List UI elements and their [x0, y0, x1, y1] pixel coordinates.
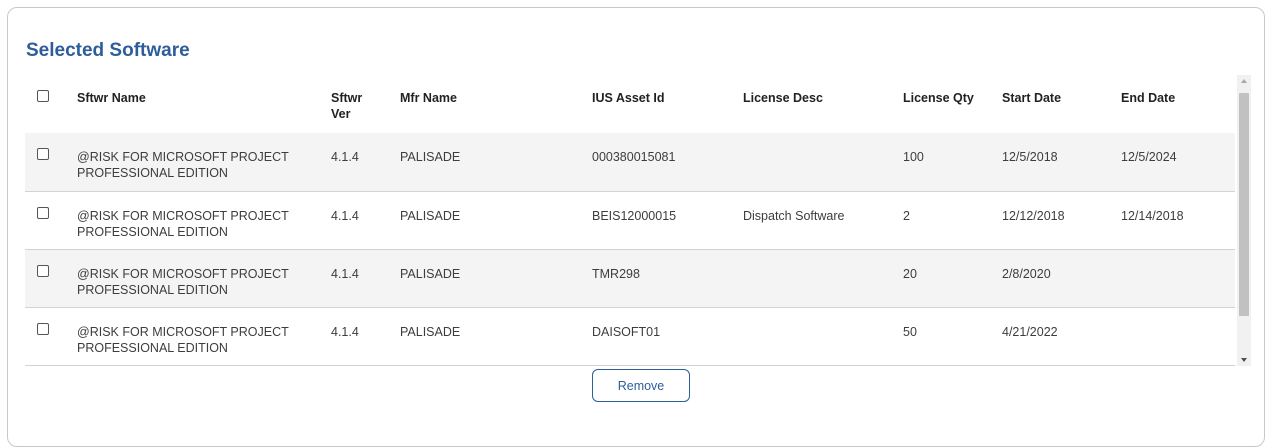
- cell-sftwr-ver: 4.1.4: [331, 209, 359, 223]
- row-checkbox[interactable]: [37, 265, 49, 277]
- row-checkbox[interactable]: [37, 207, 49, 219]
- cell-start-date: 12/5/2018: [1002, 150, 1058, 164]
- cell-mfr-name: PALISADE: [400, 209, 461, 223]
- cell-start-date: 2/8/2020: [1002, 267, 1051, 281]
- header-end-date[interactable]: End Date: [1121, 90, 1221, 106]
- cell-ius-asset-id: TMR298: [592, 267, 640, 281]
- header-ius-asset-id[interactable]: IUS Asset Id: [592, 90, 722, 106]
- cell-license-desc: Dispatch Software: [743, 209, 845, 223]
- select-all-checkbox[interactable]: [37, 90, 49, 102]
- cell-sftwr-ver: 4.1.4: [331, 325, 359, 339]
- header-license-qty[interactable]: License Qty: [903, 90, 993, 106]
- header-sftwr-ver[interactable]: Sftwr Ver: [331, 90, 381, 122]
- section-title: Selected Software: [26, 40, 190, 61]
- cell-sftwr-name: @RISK FOR MICROSOFT PROJECT PROFESSIONAL…: [77, 325, 289, 355]
- scroll-down-arrow-icon[interactable]: [1241, 358, 1247, 362]
- table-row[interactable]: @RISK FOR MICROSOFT PROJECT PROFESSIONAL…: [25, 192, 1235, 250]
- cell-ius-asset-id: DAISOFT01: [592, 325, 661, 339]
- row-checkbox[interactable]: [37, 148, 49, 160]
- cell-sftwr-ver: 4.1.4: [331, 267, 359, 281]
- cell-sftwr-name: @RISK FOR MICROSOFT PROJECT PROFESSIONAL…: [77, 150, 289, 180]
- cell-sftwr-ver: 4.1.4: [331, 150, 359, 164]
- cell-license-qty: 50: [903, 325, 917, 339]
- cell-mfr-name: PALISADE: [400, 325, 461, 339]
- cell-ius-asset-id: 000380015081: [592, 150, 676, 164]
- cell-mfr-name: PALISADE: [400, 267, 461, 281]
- cell-start-date: 12/12/2018: [1002, 209, 1065, 223]
- header-start-date[interactable]: Start Date: [1002, 90, 1102, 106]
- header-license-desc[interactable]: License Desc: [743, 90, 893, 106]
- cell-start-date: 4/21/2022: [1002, 325, 1058, 339]
- cell-ius-asset-id: BEIS12000015: [592, 209, 677, 223]
- cell-license-qty: 100: [903, 150, 924, 164]
- cell-license-qty: 20: [903, 267, 917, 281]
- table-row[interactable]: @RISK FOR MICROSOFT PROJECT PROFESSIONAL…: [25, 250, 1235, 308]
- cell-end-date: 12/5/2024: [1121, 150, 1177, 164]
- header-mfr-name[interactable]: Mfr Name: [400, 90, 560, 106]
- cell-sftwr-name: @RISK FOR MICROSOFT PROJECT PROFESSIONAL…: [77, 209, 289, 239]
- scrollbar-thumb[interactable]: [1239, 93, 1249, 316]
- cell-license-qty: 2: [903, 209, 910, 223]
- table-scrollbar[interactable]: [1237, 75, 1251, 366]
- header-sftwr-name[interactable]: Sftwr Name: [77, 90, 297, 106]
- remove-button[interactable]: Remove: [592, 369, 690, 402]
- row-checkbox[interactable]: [37, 323, 49, 335]
- cell-end-date: 12/14/2018: [1121, 209, 1184, 223]
- table-row[interactable]: @RISK FOR MICROSOFT PROJECT PROFESSIONAL…: [25, 308, 1235, 366]
- table-header-row: Sftwr Name Sftwr Ver Mfr Name IUS Asset …: [25, 75, 1235, 134]
- table-row[interactable]: @RISK FOR MICROSOFT PROJECT PROFESSIONAL…: [25, 133, 1235, 192]
- scroll-up-arrow-icon[interactable]: [1241, 79, 1247, 83]
- cell-mfr-name: PALISADE: [400, 150, 461, 164]
- cell-sftwr-name: @RISK FOR MICROSOFT PROJECT PROFESSIONAL…: [77, 267, 289, 297]
